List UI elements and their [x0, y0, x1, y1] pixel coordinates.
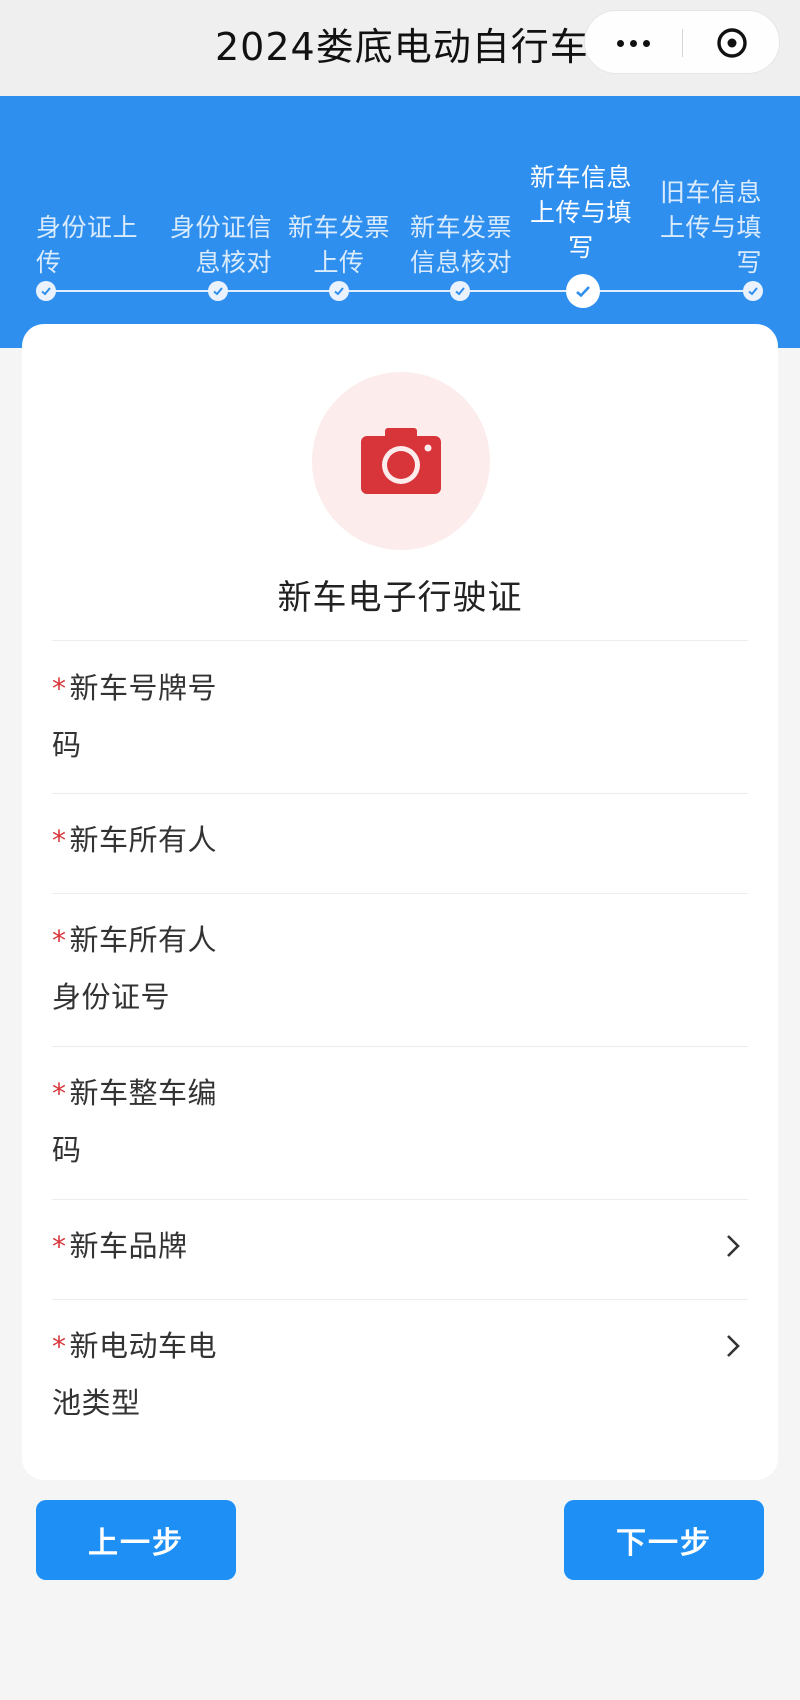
divider — [52, 793, 748, 794]
battery-type-label-text: 新电动车电池类型 — [52, 1329, 218, 1420]
plate-number-label-text: 新车号牌号码 — [52, 671, 218, 762]
step-3-label: 新车发票上传 — [287, 213, 390, 277]
required-mark: * — [52, 924, 67, 957]
camera-icon — [361, 428, 441, 494]
owner-name-label-text: 新车所有人 — [69, 823, 218, 857]
brand-label: * 新车品牌 — [52, 1218, 232, 1275]
more-button[interactable] — [585, 11, 682, 75]
step-1-label: 身份证上传 — [36, 213, 139, 277]
battery-type-label: * 新电动车电池类型 — [52, 1318, 232, 1431]
navigation-bar: 2024娄底电动自行车 — [0, 0, 800, 96]
close-circle-icon — [717, 28, 747, 58]
step-2-check-icon — [208, 281, 228, 301]
chevron-right-icon — [727, 1235, 740, 1257]
required-mark: * — [52, 1077, 67, 1110]
mini-program-capsule — [584, 10, 780, 74]
owner-id-label: * 新车所有人身份证号 — [52, 912, 232, 1025]
required-mark: * — [52, 1330, 67, 1363]
step-3-check-icon — [329, 281, 349, 301]
vehicle-code-field[interactable]: * 新车整车编码 — [52, 1065, 748, 1195]
required-mark: * — [52, 672, 67, 705]
brand-label-text: 新车品牌 — [69, 1229, 188, 1263]
plate-number-field[interactable]: * 新车号牌号码 — [52, 660, 748, 790]
required-mark: * — [52, 1230, 67, 1263]
divider — [52, 640, 748, 641]
chevron-right-icon — [727, 1335, 740, 1357]
vehicle-code-label-text: 新车整车编码 — [52, 1076, 218, 1167]
step-1-check-icon — [36, 281, 56, 301]
plate-number-label: * 新车号牌号码 — [52, 660, 232, 773]
license-upload-button[interactable] — [312, 372, 490, 550]
step-5-label: 新车信息上传与填写 — [529, 163, 632, 262]
more-dots-icon-dot — [630, 39, 637, 47]
step-6-label: 旧车信息上传与填写 — [659, 178, 762, 277]
required-mark: * — [52, 824, 67, 857]
more-dots-icon — [617, 39, 624, 47]
step-2-label: 身份证信息核对 — [169, 213, 272, 277]
brand-selector[interactable]: * 新车品牌 — [52, 1218, 748, 1298]
step-5-check-icon — [566, 274, 600, 308]
divider — [52, 1046, 748, 1047]
step-4-label: 新车发票信息核对 — [409, 213, 512, 277]
owner-name-field[interactable]: * 新车所有人 — [52, 812, 748, 892]
page-title: 2024娄底电动自行车 — [215, 25, 589, 69]
owner-id-field[interactable]: * 新车所有人身份证号 — [52, 912, 748, 1042]
step-6-check-icon — [743, 281, 763, 301]
owner-name-label: * 新车所有人 — [52, 812, 232, 869]
divider — [52, 893, 748, 894]
close-button[interactable] — [683, 11, 781, 75]
more-dots-icon-dot — [643, 39, 650, 47]
upload-title: 新车电子行驶证 — [277, 578, 523, 618]
divider — [52, 1199, 748, 1200]
prev-step-button[interactable]: 上一步 — [36, 1500, 236, 1580]
owner-id-label-text: 新车所有人身份证号 — [52, 923, 218, 1014]
vehicle-code-label: * 新车整车编码 — [52, 1065, 232, 1178]
step-4-check-icon — [450, 281, 470, 301]
divider — [52, 1299, 748, 1300]
next-step-button[interactable]: 下一步 — [564, 1500, 764, 1580]
battery-type-selector[interactable]: * 新电动车电池类型 — [52, 1318, 748, 1448]
steps-connector-line — [46, 290, 754, 292]
